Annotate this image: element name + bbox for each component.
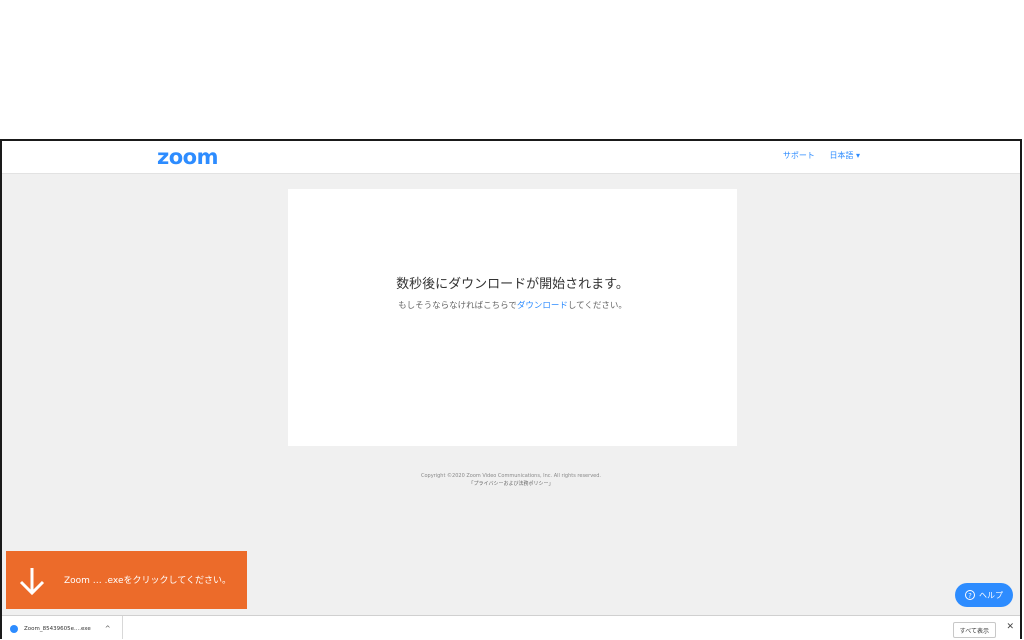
privacy-link[interactable]: 「プライバシーおよび法務ポリシー」 bbox=[2, 480, 1020, 488]
browser-window: zoom サポート 日本語 ▾ 数秒後にダウンロードが開始されます。 もしそうな… bbox=[0, 139, 1022, 639]
download-card: 数秒後にダウンロードが開始されます。 もしそうならなければこちらでダウンロードし… bbox=[288, 189, 737, 446]
download-file-name: Zoom_85439605e....exe bbox=[24, 626, 91, 632]
zoom-logo[interactable]: zoom bbox=[157, 145, 218, 169]
support-link[interactable]: サポート bbox=[783, 151, 815, 160]
chevron-up-icon[interactable]: ^ bbox=[105, 625, 111, 633]
help-label: ヘルプ bbox=[979, 590, 1003, 600]
question-icon: ? bbox=[965, 590, 975, 600]
download-link[interactable]: ダウンロード bbox=[517, 301, 568, 311]
zoom-file-icon bbox=[10, 625, 18, 633]
copyright-text: Copyright ©2020 Zoom Video Communication… bbox=[421, 473, 601, 479]
show-all-button[interactable]: すべて表示 bbox=[952, 622, 996, 638]
click-hint-toast: Zoom … .exeをクリックしてください。 bbox=[6, 551, 247, 609]
help-button[interactable]: ? ヘルプ bbox=[955, 583, 1013, 607]
page-footer: Copyright ©2020 Zoom Video Communication… bbox=[2, 472, 1020, 488]
download-item[interactable]: Zoom_85439605e....exe ^ bbox=[2, 616, 123, 639]
instruction-suffix: してください。 bbox=[567, 301, 627, 311]
site-header: zoom サポート 日本語 ▾ bbox=[2, 141, 1020, 174]
instruction-prefix: もしそうならなければこちらで bbox=[398, 301, 517, 311]
language-selector[interactable]: 日本語 ▾ bbox=[829, 151, 860, 160]
download-shelf: Zoom_85439605e....exe ^ すべて表示 ✕ bbox=[2, 615, 1020, 639]
header-nav: サポート 日本語 ▾ bbox=[771, 150, 860, 161]
download-instruction: もしそうならなければこちらでダウンロードしてください。 bbox=[288, 299, 737, 311]
close-icon[interactable]: ✕ bbox=[1006, 622, 1014, 632]
down-arrow-icon bbox=[19, 568, 45, 596]
toast-message: Zoom … .exeをクリックしてください。 bbox=[64, 576, 231, 586]
page-title: 数秒後にダウンロードが開始されます。 bbox=[396, 277, 629, 292]
